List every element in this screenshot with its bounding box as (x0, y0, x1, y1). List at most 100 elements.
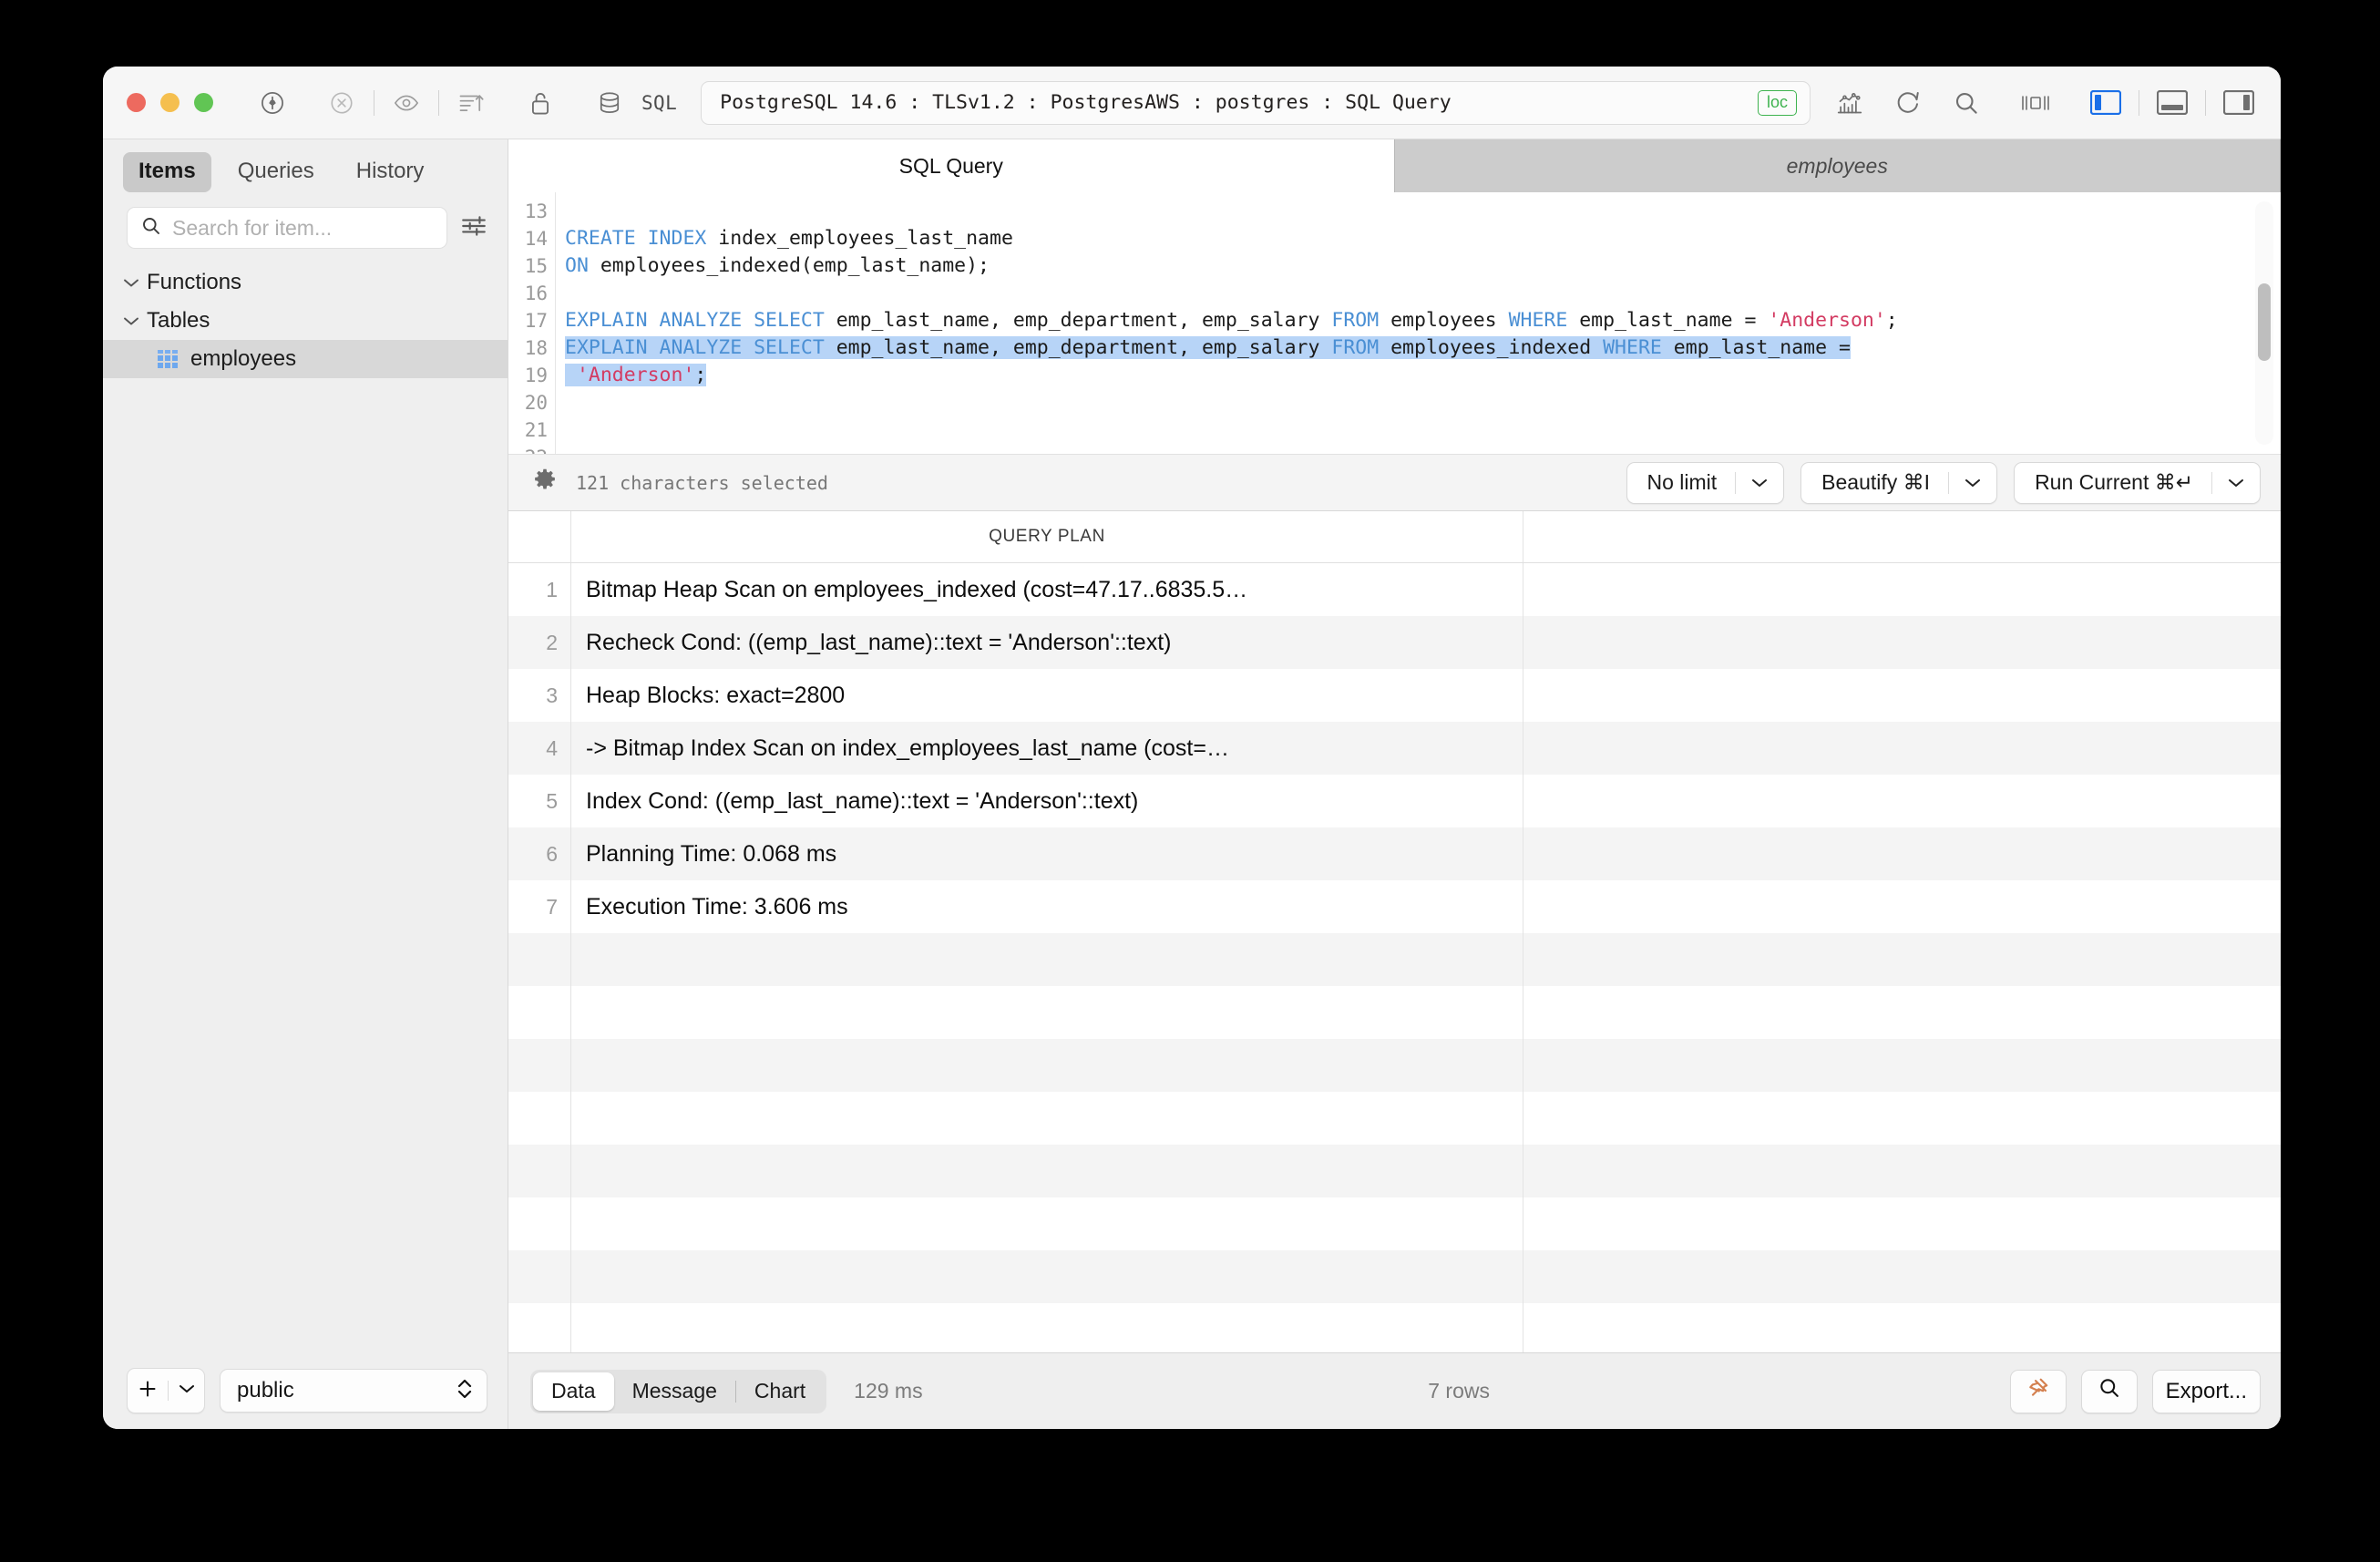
cell-blank[interactable] (1523, 880, 2281, 933)
filter-sliders-icon[interactable] (460, 214, 487, 242)
bottom-panel-icon[interactable] (2152, 87, 2192, 119)
grid-search-button[interactable] (2080, 1369, 2138, 1413)
connection-field[interactable]: PostgreSQL 14.6 : TLSv1.2 : PostgresAWS … (701, 80, 1811, 125)
sidebar-tab-items[interactable]: Items (123, 152, 211, 192)
cell-query-plan[interactable]: Planning Time: 0.068 ms (570, 827, 1523, 880)
table-row-empty (508, 1250, 2281, 1303)
cell-empty (570, 1303, 1523, 1352)
cell-empty (570, 1039, 1523, 1092)
cell-query-plan[interactable]: Bitmap Heap Scan on employees_indexed (c… (570, 563, 1523, 616)
database-icon[interactable] (590, 84, 629, 122)
grid-header-blank[interactable] (1523, 511, 2281, 562)
unlock-icon[interactable] (521, 84, 559, 122)
table-row[interactable]: 7 Execution Time: 3.606 ms (508, 880, 2281, 933)
cell-blank[interactable] (1523, 775, 2281, 827)
tree-item-employees[interactable]: employees (103, 340, 508, 378)
chevron-down-icon-beautify[interactable] (1949, 477, 1996, 488)
chart-icon[interactable] (1831, 84, 1869, 122)
run-current-button[interactable]: Run Current ⌘↵ (2014, 461, 2261, 504)
sidebar-tabs: Items Queries History (103, 139, 508, 200)
code-token: FROM (1331, 336, 1391, 359)
zoom-button[interactable] (194, 93, 213, 112)
pin-icon (2026, 1376, 2050, 1406)
plug-icon[interactable] (253, 84, 292, 122)
tab-sql-query[interactable]: SQL Query (508, 139, 1395, 192)
search-icon (140, 215, 162, 241)
eye-icon[interactable] (387, 84, 426, 122)
code-token: emp_last_name, emp_department, emp_salar… (836, 336, 1332, 359)
left-panel-icon[interactable] (2086, 87, 2126, 119)
cell-query-plan[interactable]: Recheck Cond: ((emp_last_name)::text = '… (570, 616, 1523, 669)
editor-scrollbar-thumb[interactable] (2258, 283, 2271, 361)
segment-message[interactable]: Message (614, 1372, 735, 1411)
table-row[interactable]: 4 -> Bitmap Index Scan on index_employee… (508, 722, 2281, 775)
cell-blank[interactable] (1523, 616, 2281, 669)
editor-line: EXPLAIN ANALYZE SELECT emp_last_name, em… (565, 307, 2281, 334)
tree-group-tables[interactable]: Tables (103, 302, 508, 340)
row-number-empty (508, 1197, 570, 1250)
chevron-down-icon-run[interactable] (2212, 477, 2260, 488)
search-icon[interactable] (1947, 84, 1985, 122)
code-token: emp_last_name = (1579, 309, 1769, 332)
right-panel-icon[interactable] (2219, 87, 2259, 119)
table-row[interactable]: 3 Heap Blocks: exact=2800 (508, 669, 2281, 722)
line-number: 15 (524, 255, 548, 277)
grid-body[interactable]: 1 Bitmap Heap Scan on employees_indexed (… (508, 563, 2281, 1352)
grid-header-query-plan[interactable]: QUERY PLAN (570, 511, 1523, 562)
search-input[interactable]: Search for item... (127, 207, 447, 249)
sidebar-tab-history[interactable]: History (341, 152, 440, 192)
chevron-down-icon-limit[interactable] (1736, 477, 1783, 488)
sidebar-tab-queries[interactable]: Queries (222, 152, 330, 192)
segment-chart[interactable]: Chart (736, 1372, 824, 1411)
tree-group-functions[interactable]: Functions (103, 263, 508, 302)
line-number: 20 (524, 392, 548, 414)
add-object-button[interactable] (127, 1368, 205, 1413)
chevron-down-icon (123, 277, 147, 288)
minimize-button[interactable] (160, 93, 180, 112)
row-number-empty (508, 1039, 570, 1092)
table-row[interactable]: 2 Recheck Cond: ((emp_last_name)::text =… (508, 616, 2281, 669)
export-button[interactable]: Export... (2151, 1369, 2262, 1413)
cell-query-plan[interactable]: Heap Blocks: exact=2800 (570, 669, 1523, 722)
sql-editor[interactable]: 13 14 15 16 17 18 19 20 21 22 CREATE IND… (508, 192, 2281, 455)
schema-select[interactable]: public (220, 1369, 487, 1413)
row-number-empty (508, 1303, 570, 1352)
editor-code[interactable]: CREATE INDEX index_employees_last_name ON… (556, 192, 2281, 454)
table-row[interactable]: 5 Index Cond: ((emp_last_name)::text = '… (508, 775, 2281, 827)
gear-icon[interactable] (532, 468, 558, 498)
refresh-icon[interactable] (1889, 84, 1927, 122)
sql-mode-label: SQL (641, 91, 678, 114)
row-number: 1 (546, 577, 558, 601)
cell-query-plan[interactable]: -> Bitmap Index Scan on index_employees_… (570, 722, 1523, 775)
expand-columns-icon[interactable] (2016, 84, 2055, 122)
limit-dropdown[interactable]: No limit (1626, 461, 1785, 504)
editor-scrollbar[interactable] (2255, 201, 2273, 445)
updown-chevrons-icon (456, 1375, 474, 1407)
code-token: ; (1885, 309, 1898, 332)
document-tabs: SQL Query employees (508, 139, 2281, 192)
line-number: 19 (524, 365, 548, 386)
table-row-empty (508, 1197, 2281, 1250)
row-count: 7 rows (1428, 1379, 1490, 1403)
cell-query-plan[interactable]: Index Cond: ((emp_last_name)::text = 'An… (570, 775, 1523, 827)
tab-employees[interactable]: employees (1394, 139, 2281, 192)
segment-data[interactable]: Data (533, 1372, 614, 1411)
close-button[interactable] (127, 93, 146, 112)
table-row[interactable]: 6 Planning Time: 0.068 ms (508, 827, 2281, 880)
table-row-empty (508, 1145, 2281, 1197)
cell-blank[interactable] (1523, 722, 2281, 775)
cell-query-plan[interactable]: Execution Time: 3.606 ms (570, 880, 1523, 933)
cell-empty (570, 986, 1523, 1039)
cancel-icon[interactable] (323, 84, 361, 122)
table-row[interactable]: 1 Bitmap Heap Scan on employees_indexed (… (508, 563, 2281, 616)
code-token: 'Anderson' (1768, 309, 1886, 332)
cell-blank[interactable] (1523, 827, 2281, 880)
beautify-button[interactable]: Beautify ⌘I (1800, 461, 1998, 504)
pin-button[interactable] (2009, 1369, 2067, 1413)
sort-ascending-icon[interactable] (452, 84, 490, 122)
search-icon-2 (2098, 1376, 2121, 1406)
cell-blank[interactable] (1523, 563, 2281, 616)
row-number-empty (508, 1250, 570, 1303)
table-row-empty (508, 1039, 2281, 1092)
cell-blank[interactable] (1523, 669, 2281, 722)
